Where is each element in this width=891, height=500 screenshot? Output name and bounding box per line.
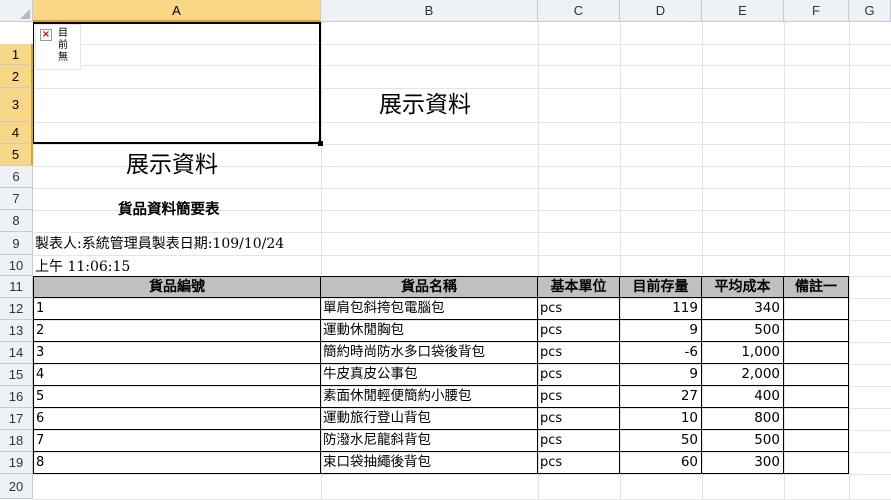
report-title: 貨品資料簡要表 — [118, 201, 220, 218]
column-header-a[interactable]: A — [33, 0, 321, 22]
row-header-11[interactable]: 11 — [0, 276, 33, 298]
table-cell-stock[interactable]: 50 — [620, 430, 702, 452]
table-header-cell: 貨品名稱 — [321, 276, 538, 298]
table-cell-stock[interactable]: 10 — [620, 408, 702, 430]
table-cell-id[interactable]: 7 — [33, 430, 321, 452]
row-header-4[interactable]: 4 — [0, 122, 33, 144]
table-cell-name[interactable]: 素面休閒輕便簡約小腰包 — [321, 386, 538, 408]
table-cell-note[interactable] — [784, 386, 849, 408]
table-cell-stock[interactable]: 119 — [620, 298, 702, 320]
table-cell-name[interactable]: 運動休閒胸包 — [321, 320, 538, 342]
row-header-16[interactable]: 16 — [0, 386, 33, 408]
table-cell-note[interactable] — [784, 452, 849, 474]
table-cell-unit[interactable]: pcs — [538, 342, 620, 364]
row-header-9[interactable]: 9 — [0, 232, 33, 255]
table-cell-name[interactable]: 運動旅行登山背包 — [321, 408, 538, 430]
table-header-cell: 基本單位 — [538, 276, 620, 298]
table-cell-name[interactable]: 防潑水尼龍斜背包 — [321, 430, 538, 452]
broken-image-icon: × — [40, 29, 52, 41]
table-cell-id[interactable]: 2 — [33, 320, 321, 342]
table-cell-name[interactable]: 簡約時尚防水多口袋後背包 — [321, 342, 538, 364]
row-header-13[interactable]: 13 — [0, 320, 33, 342]
row-header-1[interactable]: 1 — [0, 44, 33, 65]
gridline-horizontal — [33, 144, 891, 145]
table-cell-id[interactable]: 3 — [33, 342, 321, 364]
row-header-14[interactable]: 14 — [0, 342, 33, 364]
report-meta-line2: 上午 11:06:15 — [35, 259, 131, 275]
table-cell-unit[interactable]: pcs — [538, 430, 620, 452]
table-header-cell: 備註一 — [784, 276, 849, 298]
row-header-6[interactable]: 6 — [0, 166, 33, 188]
table-cell-note[interactable] — [784, 298, 849, 320]
gridline-horizontal — [33, 474, 891, 475]
table-cell-note[interactable] — [784, 364, 849, 386]
table-cell-id[interactable]: 8 — [33, 452, 321, 474]
column-header-f[interactable]: F — [784, 0, 849, 22]
row-header-20[interactable]: 20 — [0, 474, 33, 499]
display-heading-a: 展示資料 — [126, 152, 218, 178]
table-cell-cost[interactable]: 2,000 — [702, 364, 784, 386]
table-cell-note[interactable] — [784, 430, 849, 452]
column-header-b[interactable]: B — [321, 0, 538, 22]
row-header-15[interactable]: 15 — [0, 364, 33, 386]
table-cell-stock[interactable]: -6 — [620, 342, 702, 364]
row-header-7[interactable]: 7 — [0, 188, 33, 210]
gridline-horizontal — [33, 188, 891, 189]
table-cell-stock[interactable]: 27 — [620, 386, 702, 408]
column-header-g[interactable]: G — [849, 0, 891, 22]
row-header-19[interactable]: 19 — [0, 452, 33, 474]
table-cell-stock[interactable]: 9 — [620, 320, 702, 342]
table-cell-cost[interactable]: 300 — [702, 452, 784, 474]
table-cell-unit[interactable]: pcs — [538, 320, 620, 342]
table-cell-id[interactable]: 1 — [33, 298, 321, 320]
table-cell-unit[interactable]: pcs — [538, 386, 620, 408]
table-header-cell: 貨品編號 — [33, 276, 321, 298]
table-cell-name[interactable]: 牛皮真皮公事包 — [321, 364, 538, 386]
table-cell-id[interactable]: 5 — [33, 386, 321, 408]
table-cell-name[interactable]: 單肩包斜挎包電腦包 — [321, 298, 538, 320]
table-cell-cost[interactable]: 340 — [702, 298, 784, 320]
table-cell-unit[interactable]: pcs — [538, 408, 620, 430]
select-all-corner[interactable] — [0, 0, 33, 22]
gridline-vertical — [849, 22, 850, 499]
column-header-e[interactable]: E — [702, 0, 784, 22]
table-cell-cost[interactable]: 500 — [702, 430, 784, 452]
table-cell-unit[interactable]: pcs — [538, 452, 620, 474]
table-cell-unit[interactable]: pcs — [538, 298, 620, 320]
table-cell-stock[interactable]: 9 — [620, 364, 702, 386]
table-cell-cost[interactable]: 800 — [702, 408, 784, 430]
table-cell-cost[interactable]: 500 — [702, 320, 784, 342]
image-placeholder-text: 目前無 — [58, 28, 68, 63]
table-cell-note[interactable] — [784, 408, 849, 430]
table-cell-stock[interactable]: 60 — [620, 452, 702, 474]
table-header-cell: 目前存量 — [620, 276, 702, 298]
report-meta-line1: 製表人:系統管理員製表日期:109/10/24 — [35, 236, 285, 252]
broken-image-frame: × 目前無 — [35, 24, 81, 70]
row-header-18[interactable]: 18 — [0, 430, 33, 452]
table-cell-name[interactable]: 束口袋抽繩後背包 — [321, 452, 538, 474]
row-header-17[interactable]: 17 — [0, 408, 33, 430]
table-cell-cost[interactable]: 400 — [702, 386, 784, 408]
table-cell-id[interactable]: 4 — [33, 364, 321, 386]
row-header-2[interactable]: 2 — [0, 65, 33, 88]
table-header-cell: 平均成本 — [702, 276, 784, 298]
row-header-10[interactable]: 10 — [0, 255, 33, 276]
selection-fill-handle[interactable] — [318, 141, 323, 146]
table-cell-cost[interactable]: 1,000 — [702, 342, 784, 364]
row-header-8[interactable]: 8 — [0, 210, 33, 232]
gridline-horizontal — [33, 232, 891, 233]
row-header-3[interactable]: 3 — [0, 88, 33, 122]
column-header-c[interactable]: C — [538, 0, 620, 22]
table-cell-note[interactable] — [784, 320, 849, 342]
table-cell-note[interactable] — [784, 342, 849, 364]
gridline-horizontal — [33, 255, 891, 256]
table-cell-id[interactable]: 6 — [33, 408, 321, 430]
display-heading-b: 展示資料 — [379, 92, 471, 118]
table-cell-unit[interactable]: pcs — [538, 364, 620, 386]
row-header-12[interactable]: 12 — [0, 298, 33, 320]
column-header-d[interactable]: D — [620, 0, 702, 22]
row-header-5[interactable]: 5 — [0, 144, 33, 166]
select-all-triangle-icon — [20, 9, 30, 19]
